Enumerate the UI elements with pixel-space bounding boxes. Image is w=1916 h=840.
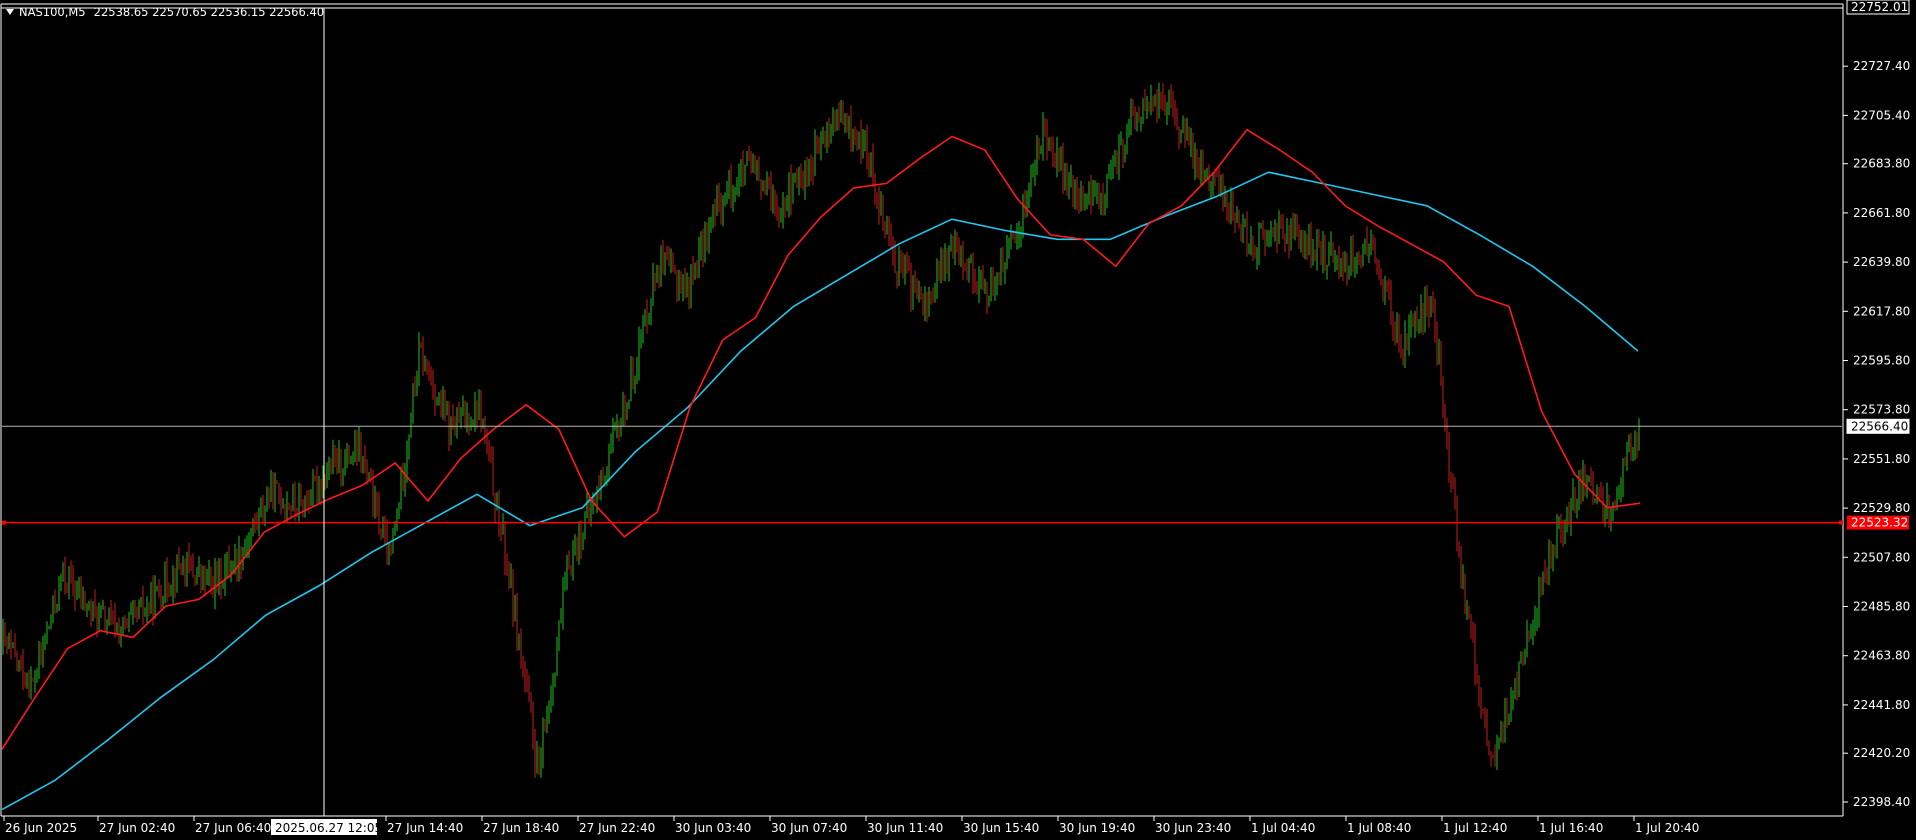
price-tick-label: 22705.40 — [1853, 108, 1910, 122]
price-tick-label: 22661.80 — [1853, 206, 1910, 220]
price-tick-label: 22617.80 — [1853, 304, 1910, 318]
time-tick-label: 27 Jun 06:40 — [195, 821, 271, 835]
price-tick-label: 22573.80 — [1853, 403, 1910, 417]
price-tick-label: 22463.80 — [1853, 649, 1910, 663]
price-tick-label: 22595.80 — [1853, 354, 1910, 368]
price-chart[interactable]: 22727.40 22705.40 22683.80 22661.80 22639.80… — [0, 0, 1916, 840]
current-price-label: 22566.40 — [1851, 419, 1908, 433]
time-tick-label: 1 Jul 12:40 — [1443, 821, 1507, 835]
price-line-handle-right[interactable] — [1839, 520, 1843, 525]
price-tick-label: 22551.80 — [1853, 452, 1910, 466]
time-tick-label: 1 Jul 16:40 — [1539, 821, 1603, 835]
time-tick-label: 27 Jun 02:40 — [99, 821, 175, 835]
price-tick-label: 22398.40 — [1853, 795, 1910, 809]
price-tick-label: 22420.20 — [1853, 746, 1910, 760]
symbol-header[interactable]: NAS100,M5 22538.65 22570.65 22536.15 225… — [4, 4, 324, 20]
price-tick-label: 22727.40 — [1853, 59, 1910, 73]
price-tick-label: 22529.80 — [1853, 501, 1910, 515]
time-tick-label: 30 Jun 23:40 — [1155, 821, 1231, 835]
price-tick-label: 22485.80 — [1853, 600, 1910, 614]
price-tick-label: 22441.80 — [1853, 698, 1910, 712]
time-tick-label: 26 Jun 2025 — [5, 821, 77, 835]
time-tick-label: 30 Jun 15:40 — [963, 821, 1039, 835]
top-price-label: 22752.01 — [1851, 0, 1908, 14]
time-tick-label: 30 Jun 19:40 — [1059, 821, 1135, 835]
time-tick-label: 30 Jun 03:40 — [675, 821, 751, 835]
symbol-label: NAS100,M5 — [19, 5, 86, 19]
time-tick-label: 27 Jun 22:40 — [579, 821, 655, 835]
crosshair-time-label: 2025.06.27 12:05 — [275, 821, 382, 835]
time-tick-label: 27 Jun 14:40 — [387, 821, 463, 835]
price-line-handle-left[interactable] — [2, 520, 6, 525]
time-tick-label: 30 Jun 11:40 — [867, 821, 943, 835]
price-tick-label: 22507.80 — [1853, 550, 1910, 564]
time-tick-label: 30 Jun 07:40 — [771, 821, 847, 835]
time-tick-label: 1 Jul 04:40 — [1251, 821, 1315, 835]
ohlc-values: 22538.65 22570.65 22536.15 22566.40 — [93, 5, 325, 19]
price-tick-label: 22639.80 — [1853, 255, 1910, 269]
collapse-triangle-icon[interactable] — [6, 9, 14, 15]
time-tick-label: 1 Jul 08:40 — [1347, 821, 1411, 835]
time-tick-label: 27 Jun 18:40 — [483, 821, 559, 835]
chart-background — [0, 0, 1916, 840]
marked-price-label: 22523.32 — [1851, 516, 1908, 530]
time-tick-label: 1 Jul 20:40 — [1635, 821, 1699, 835]
price-tick-label: 22683.80 — [1853, 157, 1910, 171]
